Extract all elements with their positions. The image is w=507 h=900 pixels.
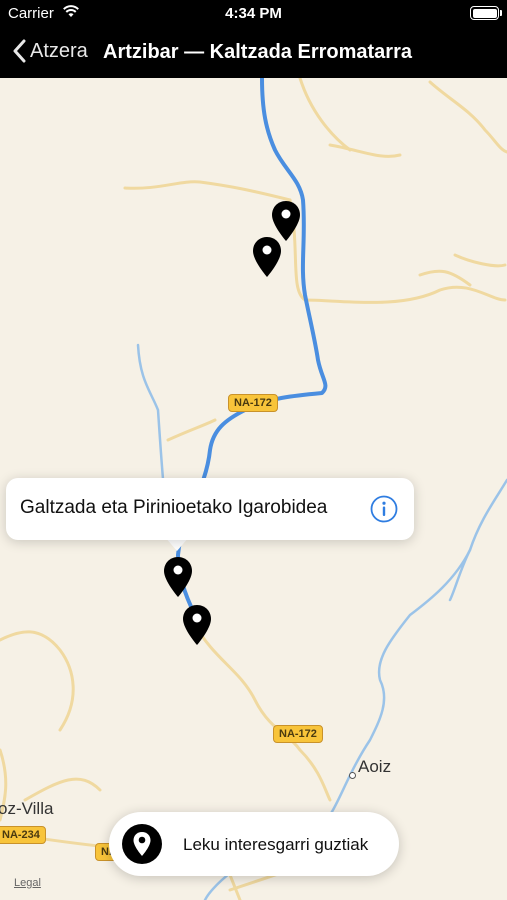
info-button[interactable] bbox=[370, 495, 398, 523]
page-title: Artzibar — Kaltzada Erromatarra bbox=[103, 41, 412, 63]
status-bar: Carrier 4:34 PM bbox=[0, 0, 507, 28]
battery-tip bbox=[500, 10, 502, 16]
town-label-oz-villa: oz-Villa bbox=[0, 799, 54, 818]
road-label-na172: NA-172 bbox=[273, 725, 323, 743]
map-pin-icon bbox=[253, 237, 281, 277]
map-pin[interactable] bbox=[251, 235, 283, 279]
back-button-label: Atzera bbox=[30, 39, 88, 62]
town-label-aoiz: Aoiz bbox=[358, 757, 392, 776]
chevron-left-icon bbox=[13, 39, 26, 63]
back-button[interactable]: Atzera bbox=[12, 39, 88, 63]
battery-icon bbox=[470, 6, 499, 20]
town-dot-aoiz bbox=[349, 772, 356, 779]
navigation-bar: Atzera Artzibar — Kaltzada Erromatarra bbox=[0, 28, 507, 78]
callout-title: Galtzada eta Pirinioetako Igarobidea bbox=[20, 497, 328, 518]
map-pin[interactable] bbox=[181, 603, 213, 647]
map-pin-icon bbox=[164, 557, 192, 597]
poi-button-label: Leku interesgarri guztiak bbox=[183, 835, 369, 854]
info-icon bbox=[370, 495, 398, 523]
location-pin-icon bbox=[122, 824, 162, 864]
map-pin-icon bbox=[183, 605, 211, 645]
legal-link[interactable]: Legal bbox=[14, 877, 41, 889]
road-label-na172: NA-172 bbox=[228, 394, 278, 412]
road-label-na234: NA-234 bbox=[0, 826, 46, 844]
all-points-of-interest-button[interactable]: Leku interesgarri guztiak bbox=[109, 812, 399, 876]
pin-callout[interactable]: Galtzada eta Pirinioetako Igarobidea bbox=[6, 478, 414, 540]
map-pin-selected[interactable] bbox=[162, 555, 194, 599]
status-time: 4:34 PM bbox=[225, 5, 282, 22]
